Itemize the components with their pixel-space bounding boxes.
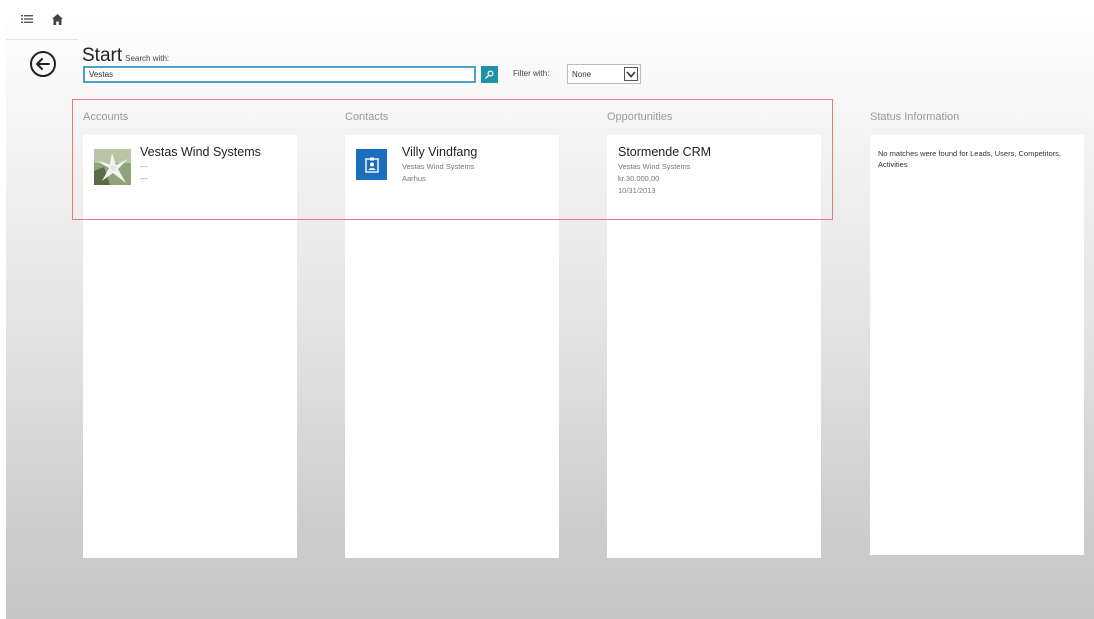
opportunity-item[interactable]: Stormende CRM Vestas Wind Systems kr.30.… bbox=[607, 135, 821, 215]
menu-icon bbox=[21, 15, 33, 23]
page-title: Start bbox=[82, 45, 123, 66]
back-button[interactable] bbox=[30, 51, 56, 77]
contacts-column-title: Contacts bbox=[345, 111, 389, 123]
status-panel: No matches were found for Leads, Users, … bbox=[870, 135, 1084, 555]
opportunities-panel: Stormende CRM Vestas Wind Systems kr.30.… bbox=[607, 135, 821, 558]
account-line-1: --- bbox=[140, 162, 148, 171]
contacts-panel: Villy Vindfang Vestas Wind Systems Aarhu… bbox=[345, 135, 559, 558]
opportunity-amount: kr.30.000,00 bbox=[618, 174, 660, 183]
menu-button[interactable] bbox=[16, 10, 38, 28]
opportunity-account: Vestas Wind Systems bbox=[618, 162, 691, 171]
page-header: Start Search with: bbox=[82, 45, 169, 67]
contact-city: Aarhus bbox=[402, 174, 426, 183]
chevron-down-icon bbox=[624, 67, 638, 81]
back-arrow-icon bbox=[36, 58, 50, 70]
contact-company: Vestas Wind Systems bbox=[402, 162, 475, 171]
account-line-2: --- bbox=[140, 174, 148, 183]
status-message: No matches were found for Leads, Users, … bbox=[878, 149, 1061, 169]
opportunity-date: 10/31/2013 bbox=[618, 186, 656, 195]
search-input[interactable] bbox=[83, 66, 476, 83]
home-button[interactable] bbox=[46, 10, 68, 28]
contact-name: Villy Vindfang bbox=[402, 145, 478, 159]
account-thumbnail bbox=[94, 149, 131, 185]
filter-select[interactable]: None bbox=[567, 64, 641, 84]
account-name: Vestas Wind Systems bbox=[140, 145, 261, 159]
status-column-title: Status Information bbox=[870, 111, 960, 123]
accounts-panel: Vestas Wind Systems --- --- bbox=[83, 135, 297, 558]
top-app-bar bbox=[6, 0, 78, 40]
search-button[interactable] bbox=[481, 66, 498, 83]
contact-item[interactable]: Villy Vindfang Vestas Wind Systems Aarhu… bbox=[345, 135, 559, 215]
filter-selected-value: None bbox=[572, 69, 592, 79]
app-window: Start Search with: Filter with: None Acc… bbox=[6, 0, 1094, 619]
accounts-column-title: Accounts bbox=[83, 111, 129, 123]
search-caption: Search with: bbox=[125, 54, 170, 63]
search-icon bbox=[485, 70, 494, 79]
opportunity-name: Stormende CRM bbox=[618, 145, 712, 159]
opportunities-column-title: Opportunities bbox=[607, 111, 673, 123]
home-icon bbox=[51, 13, 63, 25]
contact-card-icon bbox=[356, 149, 387, 180]
account-item[interactable]: Vestas Wind Systems --- --- bbox=[83, 135, 297, 215]
filter-label: Filter with: bbox=[513, 69, 550, 78]
